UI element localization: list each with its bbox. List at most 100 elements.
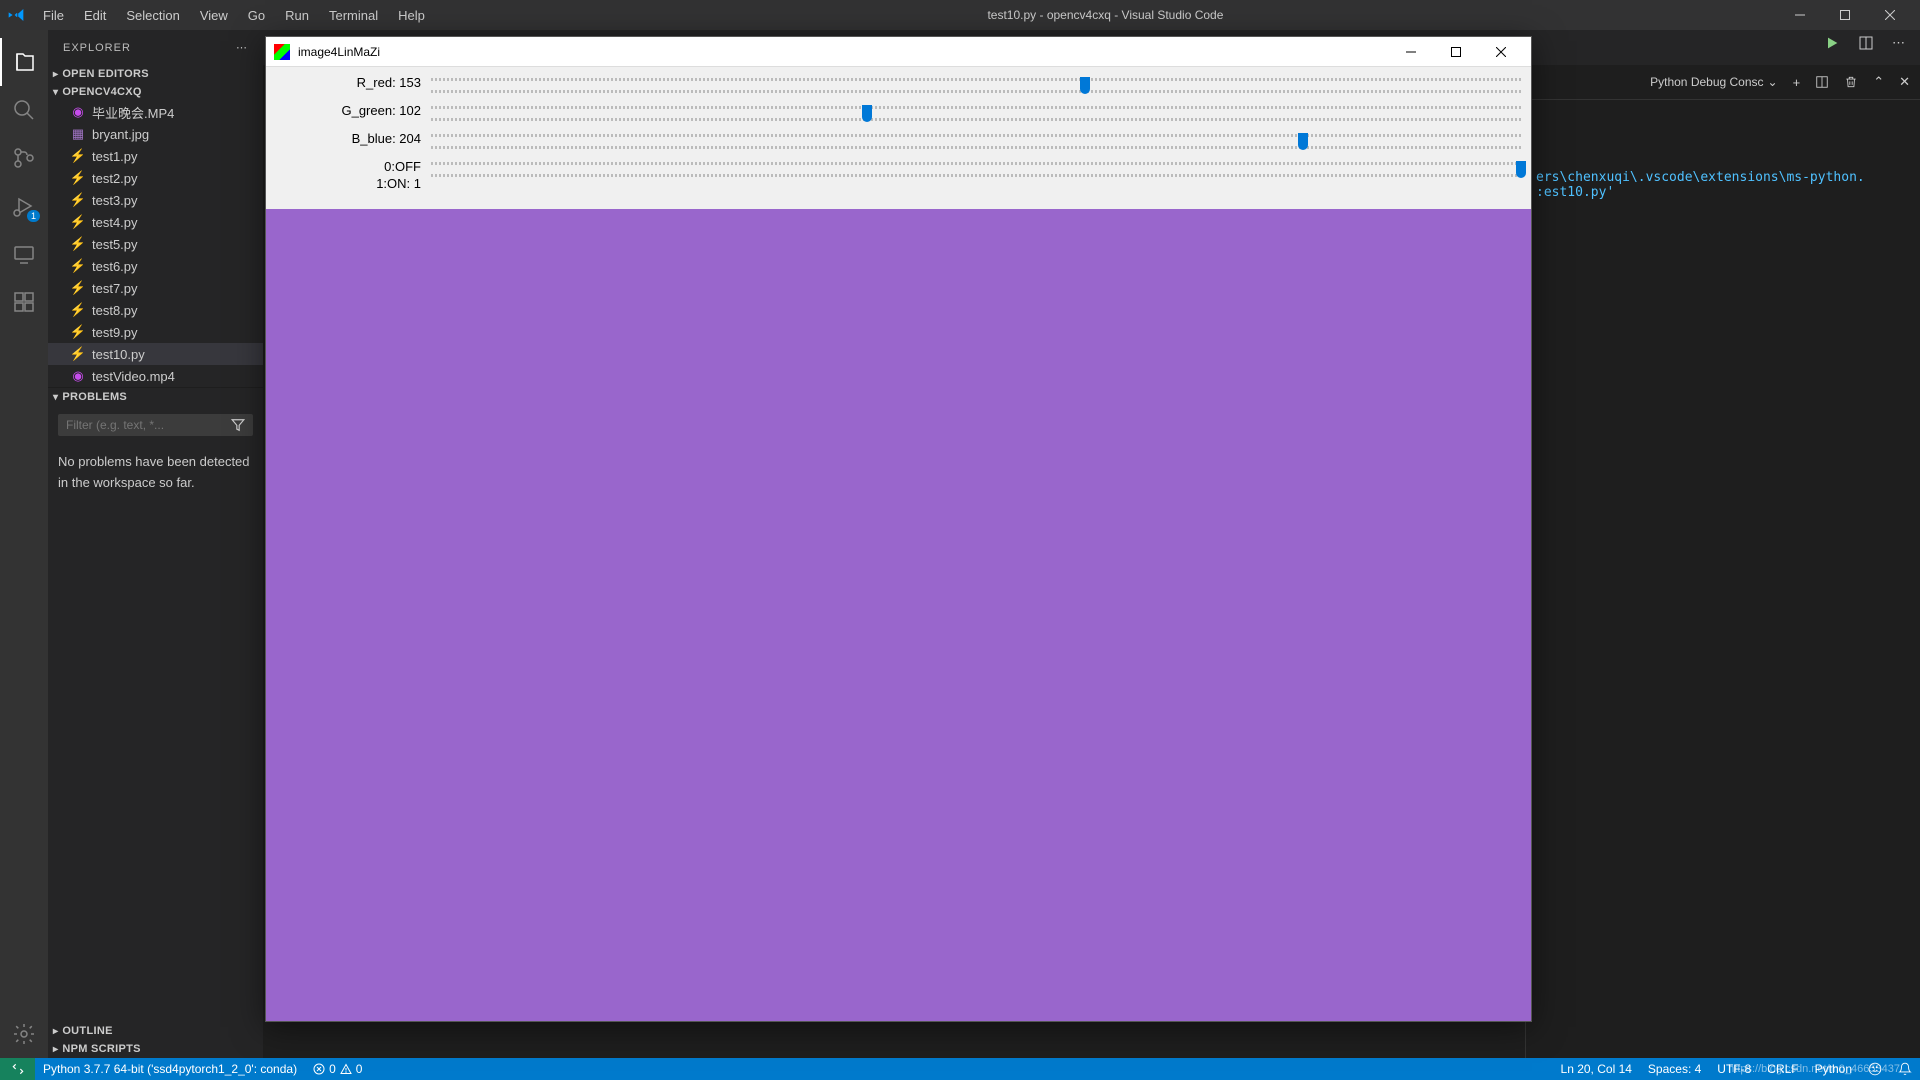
trackbar-panel: R_red: 153 G_green: 102 B_blue: 204 0:OF… [266, 67, 1531, 209]
opencv-close-button[interactable] [1478, 38, 1523, 66]
sidebar-title: EXPLORER [63, 42, 131, 54]
activity-search[interactable] [0, 86, 48, 134]
problems-filter-input[interactable] [66, 418, 231, 432]
trackbar-track[interactable] [431, 103, 1521, 123]
file-name: bryant.jpg [92, 127, 149, 142]
menu-run[interactable]: Run [276, 4, 318, 27]
file-list: ◉毕业晚会.MP4▦bryant.jpg⚡test1.py⚡test2.py⚡t… [48, 101, 263, 387]
section-npm[interactable]: NPM SCRIPTS [48, 1040, 263, 1058]
problems-header[interactable]: PROBLEMS [48, 388, 263, 406]
activity-scm[interactable] [0, 134, 48, 182]
file-item-test10-py[interactable]: ⚡test10.py [48, 343, 263, 365]
sidebar-more-icon[interactable]: ⋯ [236, 41, 248, 54]
section-open-editors[interactable]: OPEN EDITORS [48, 65, 263, 83]
file-item-test9-py[interactable]: ⚡test9.py [48, 321, 263, 343]
python-icon: ⚡ [70, 192, 86, 208]
status-cursor[interactable]: Ln 20, Col 14 [1553, 1058, 1640, 1080]
new-terminal-icon[interactable]: + [1793, 75, 1801, 90]
python-icon: ⚡ [70, 324, 86, 340]
file-item-bryant-jpg[interactable]: ▦bryant.jpg [48, 123, 263, 145]
trackbar-thumb[interactable] [1298, 133, 1308, 150]
chevron-right-icon [53, 1025, 58, 1037]
python-icon: ⚡ [70, 214, 86, 230]
opencv-maximize-button[interactable] [1433, 38, 1478, 66]
activity-extensions[interactable] [0, 278, 48, 326]
menu-edit[interactable]: Edit [75, 4, 115, 27]
file-item-test3-py[interactable]: ⚡ test3.py [48, 189, 263, 211]
more-icon[interactable]: ⋯ [1892, 35, 1905, 51]
panel-tab-debug-console[interactable]: Python Debug Consc ⌄ [1650, 75, 1777, 89]
menu-view[interactable]: View [191, 4, 237, 27]
trackbar-thumb[interactable] [1080, 77, 1090, 94]
close-panel-icon[interactable]: ✕ [1899, 74, 1910, 90]
file-name: testVideo.mp4 [92, 369, 175, 384]
trackbar-track[interactable] [431, 159, 1521, 179]
file-item-testVideo-mp4[interactable]: ◉testVideo.mp4 [48, 365, 263, 387]
filter-icon[interactable] [231, 418, 245, 432]
problems-filter[interactable] [58, 414, 253, 436]
statusbar: Python 3.7.7 64-bit ('ssd4pytorch1_2_0':… [0, 1058, 1920, 1080]
menu-go[interactable]: Go [239, 4, 274, 27]
vscode-icon [8, 7, 24, 23]
window-controls [1777, 0, 1912, 30]
folder-label: OPENCV4CXQ [62, 86, 141, 98]
activity-bar: 1 [0, 30, 48, 1058]
remote-indicator[interactable] [0, 1058, 35, 1080]
file-item-test7-py[interactable]: ⚡test7.py [48, 277, 263, 299]
activity-explorer[interactable] [0, 38, 48, 86]
python-icon: ⚡ [70, 280, 86, 296]
open-editors-label: OPEN EDITORS [62, 68, 149, 80]
panel-tabs: Python Debug Consc ⌄ + ⌃ ✕ [1526, 65, 1920, 100]
section-outline[interactable]: OUTLINE [48, 1022, 263, 1040]
close-button[interactable] [1867, 0, 1912, 30]
status-errors[interactable]: 0 0 [305, 1058, 370, 1080]
run-icon[interactable] [1824, 35, 1840, 51]
opencv-minimize-button[interactable] [1388, 38, 1433, 66]
trackbar-thumb[interactable] [1516, 161, 1526, 178]
menu-selection[interactable]: Selection [117, 4, 188, 27]
trackbar-1: G_green: 102 [276, 103, 1521, 123]
split-terminal-icon[interactable] [1815, 75, 1829, 89]
file-name: test8.py [92, 303, 138, 318]
trackbar-thumb[interactable] [862, 105, 872, 122]
maximize-panel-icon[interactable]: ⌃ [1873, 74, 1884, 90]
file-item-test4-py[interactable]: ⚡ test4.py [48, 211, 263, 233]
file-name: test1.py [92, 149, 138, 164]
terminal-line: ers\chenxuqi\.vscode\extensions\ms-pytho… [1536, 170, 1910, 185]
minimize-button[interactable] [1777, 0, 1822, 30]
folder-header[interactable]: OPENCV4CXQ [48, 83, 263, 101]
file-item-test6-py[interactable]: ⚡test6.py [48, 255, 263, 277]
menu-help[interactable]: Help [389, 4, 434, 27]
menu-file[interactable]: File [34, 4, 73, 27]
problems-text: No problems have been detected in the wo… [48, 444, 263, 502]
file-item-test1-py[interactable]: ⚡ test1.py [48, 145, 263, 167]
python-icon: ⚡ [70, 148, 86, 164]
opencv-window: image4LinMaZi R_red: 153 G_green: 102 B_… [265, 36, 1532, 1022]
trash-icon[interactable] [1844, 75, 1858, 89]
file-name: test3.py [92, 193, 138, 208]
trackbar-track[interactable] [431, 75, 1521, 95]
status-python[interactable]: Python 3.7.7 64-bit ('ssd4pytorch1_2_0':… [35, 1058, 305, 1080]
chevron-down-icon: ⌄ [1768, 75, 1778, 89]
panel-content[interactable]: ers\chenxuqi\.vscode\extensions\ms-pytho… [1526, 100, 1920, 1058]
menu-terminal[interactable]: Terminal [320, 4, 387, 27]
titlebar: File Edit Selection View Go Run Terminal… [0, 0, 1920, 30]
file-item-test8-py[interactable]: ⚡test8.py [48, 299, 263, 321]
panel: Python Debug Consc ⌄ + ⌃ ✕ ers\chenxuqi\… [1525, 65, 1920, 1058]
watermark: https://blog.csdn.net/m0_46653437 [1728, 1063, 1900, 1075]
trackbar-track[interactable] [431, 131, 1521, 151]
status-spaces[interactable]: Spaces: 4 [1640, 1058, 1709, 1080]
activity-settings[interactable] [0, 1010, 48, 1058]
activity-debug[interactable]: 1 [0, 182, 48, 230]
file-name: test4.py [92, 215, 138, 230]
activity-remote[interactable] [0, 230, 48, 278]
split-editor-icon[interactable] [1858, 35, 1874, 51]
maximize-button[interactable] [1822, 0, 1867, 30]
file-item-毕业晚会-MP4[interactable]: ◉毕业晚会.MP4 [48, 101, 263, 123]
file-name: test5.py [92, 237, 138, 252]
opencv-titlebar[interactable]: image4LinMaZi [266, 37, 1531, 67]
chevron-down-icon [53, 86, 58, 98]
python-icon: ⚡ [70, 170, 86, 186]
file-item-test5-py[interactable]: ⚡test5.py [48, 233, 263, 255]
file-item-test2-py[interactable]: ⚡test2.py [48, 167, 263, 189]
